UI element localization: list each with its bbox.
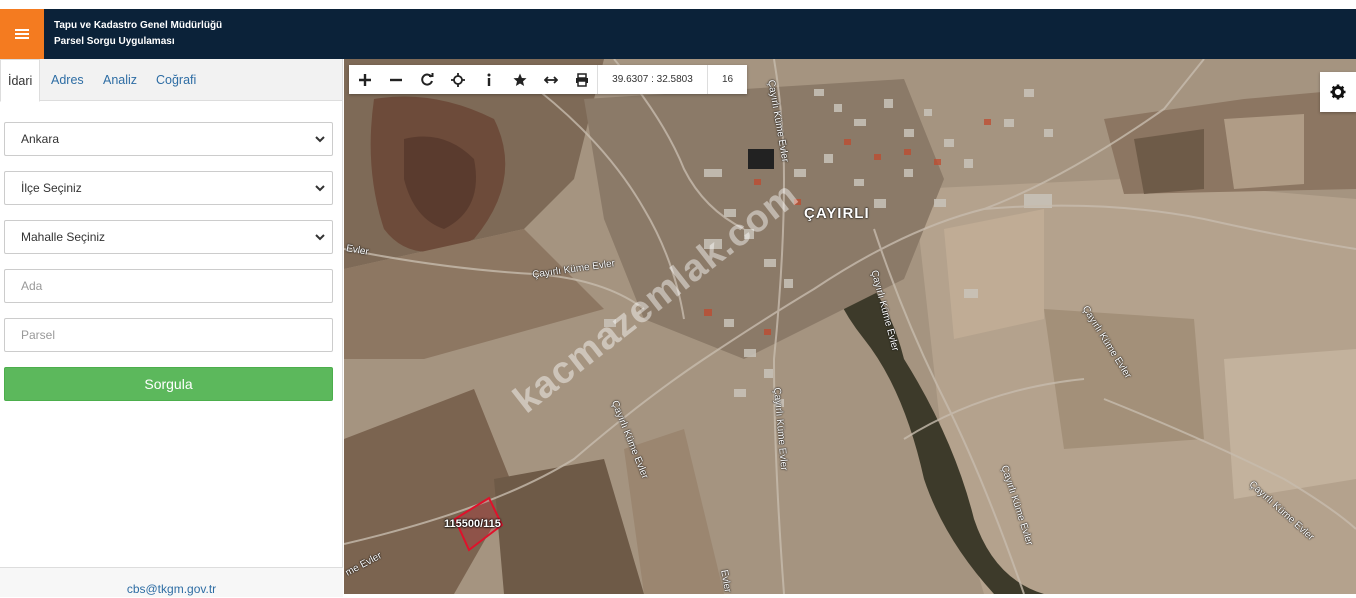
refresh-button[interactable] xyxy=(411,65,442,94)
chevron-down-icon xyxy=(315,234,325,241)
gear-icon xyxy=(1330,84,1346,100)
coordinate-readout: 39.6307 : 32.5803 xyxy=(597,65,707,94)
refresh-icon xyxy=(420,72,433,85)
chevron-down-icon xyxy=(315,185,325,192)
info-icon xyxy=(487,73,490,86)
app-title-line1: Tapu ve Kadastro Genel Müdürlüğü xyxy=(54,20,223,31)
tab-idari[interactable]: İdari xyxy=(0,59,41,102)
zoom-out-button[interactable] xyxy=(380,65,411,94)
sidebar: İdari Adres Analiz Coğrafi Ankara İlçe S… xyxy=(0,59,343,597)
zoom-level-readout: 16 xyxy=(707,65,747,94)
print-icon xyxy=(575,72,588,87)
locate-icon xyxy=(450,72,465,87)
district-select[interactable]: İlçe Seçiniz xyxy=(4,171,333,205)
parcel-input-placeholder: Parsel xyxy=(21,328,56,342)
district-select-value: İlçe Seçiniz xyxy=(21,181,82,195)
neighborhood-select[interactable]: Mahalle Seçiniz xyxy=(4,220,333,254)
province-select[interactable]: Ankara xyxy=(4,122,333,156)
settings-button[interactable] xyxy=(1320,72,1356,112)
tab-adres[interactable]: Adres xyxy=(44,59,91,101)
map-view[interactable]: kacmazemlak.com ÇAYIRLI Çayırlı Küme Evl… xyxy=(344,59,1356,594)
block-input-placeholder: Ada xyxy=(21,279,43,293)
parcel-label[interactable]: 115500/115 xyxy=(444,518,501,530)
block-input[interactable]: Ada xyxy=(4,269,333,303)
neighborhood-select-value: Mahalle Seçiniz xyxy=(21,230,106,244)
measure-button[interactable] xyxy=(535,65,566,94)
tab-cografi[interactable]: Coğrafi xyxy=(149,59,203,101)
zoom-in-icon xyxy=(358,73,371,86)
sidebar-footer: cbs@tkgm.gov.tr xyxy=(0,567,343,597)
village-label: ÇAYIRLI xyxy=(804,205,870,222)
app-title: Tapu ve Kadastro Genel Müdürlüğü Parsel … xyxy=(54,18,222,50)
query-button[interactable]: Sorgula xyxy=(4,367,333,401)
favorite-star-icon xyxy=(513,73,526,86)
chevron-down-icon xyxy=(315,136,325,143)
measure-icon xyxy=(543,75,558,84)
top-strip xyxy=(0,0,1356,9)
app-title-line2: Parsel Sorgu Uygulaması xyxy=(54,36,175,47)
print-button[interactable] xyxy=(566,65,597,94)
menu-button[interactable] xyxy=(0,9,44,59)
map-toolbar: 39.6307 : 32.5803 16 xyxy=(349,65,747,94)
zoom-in-button[interactable] xyxy=(349,65,380,94)
hamburger-icon xyxy=(15,23,29,46)
favorite-button[interactable] xyxy=(504,65,535,94)
zoom-out-icon xyxy=(389,78,402,81)
province-select-value: Ankara xyxy=(21,132,60,146)
sidebar-tabs: İdari Adres Analiz Coğrafi xyxy=(0,59,342,102)
locate-button[interactable] xyxy=(442,65,473,94)
info-button[interactable] xyxy=(473,65,504,94)
parcel-input[interactable]: Parsel xyxy=(4,318,333,352)
satellite-imagery xyxy=(344,59,1356,594)
tab-analiz[interactable]: Analiz xyxy=(96,59,144,101)
app-header: Tapu ve Kadastro Genel Müdürlüğü Parsel … xyxy=(0,9,1356,59)
